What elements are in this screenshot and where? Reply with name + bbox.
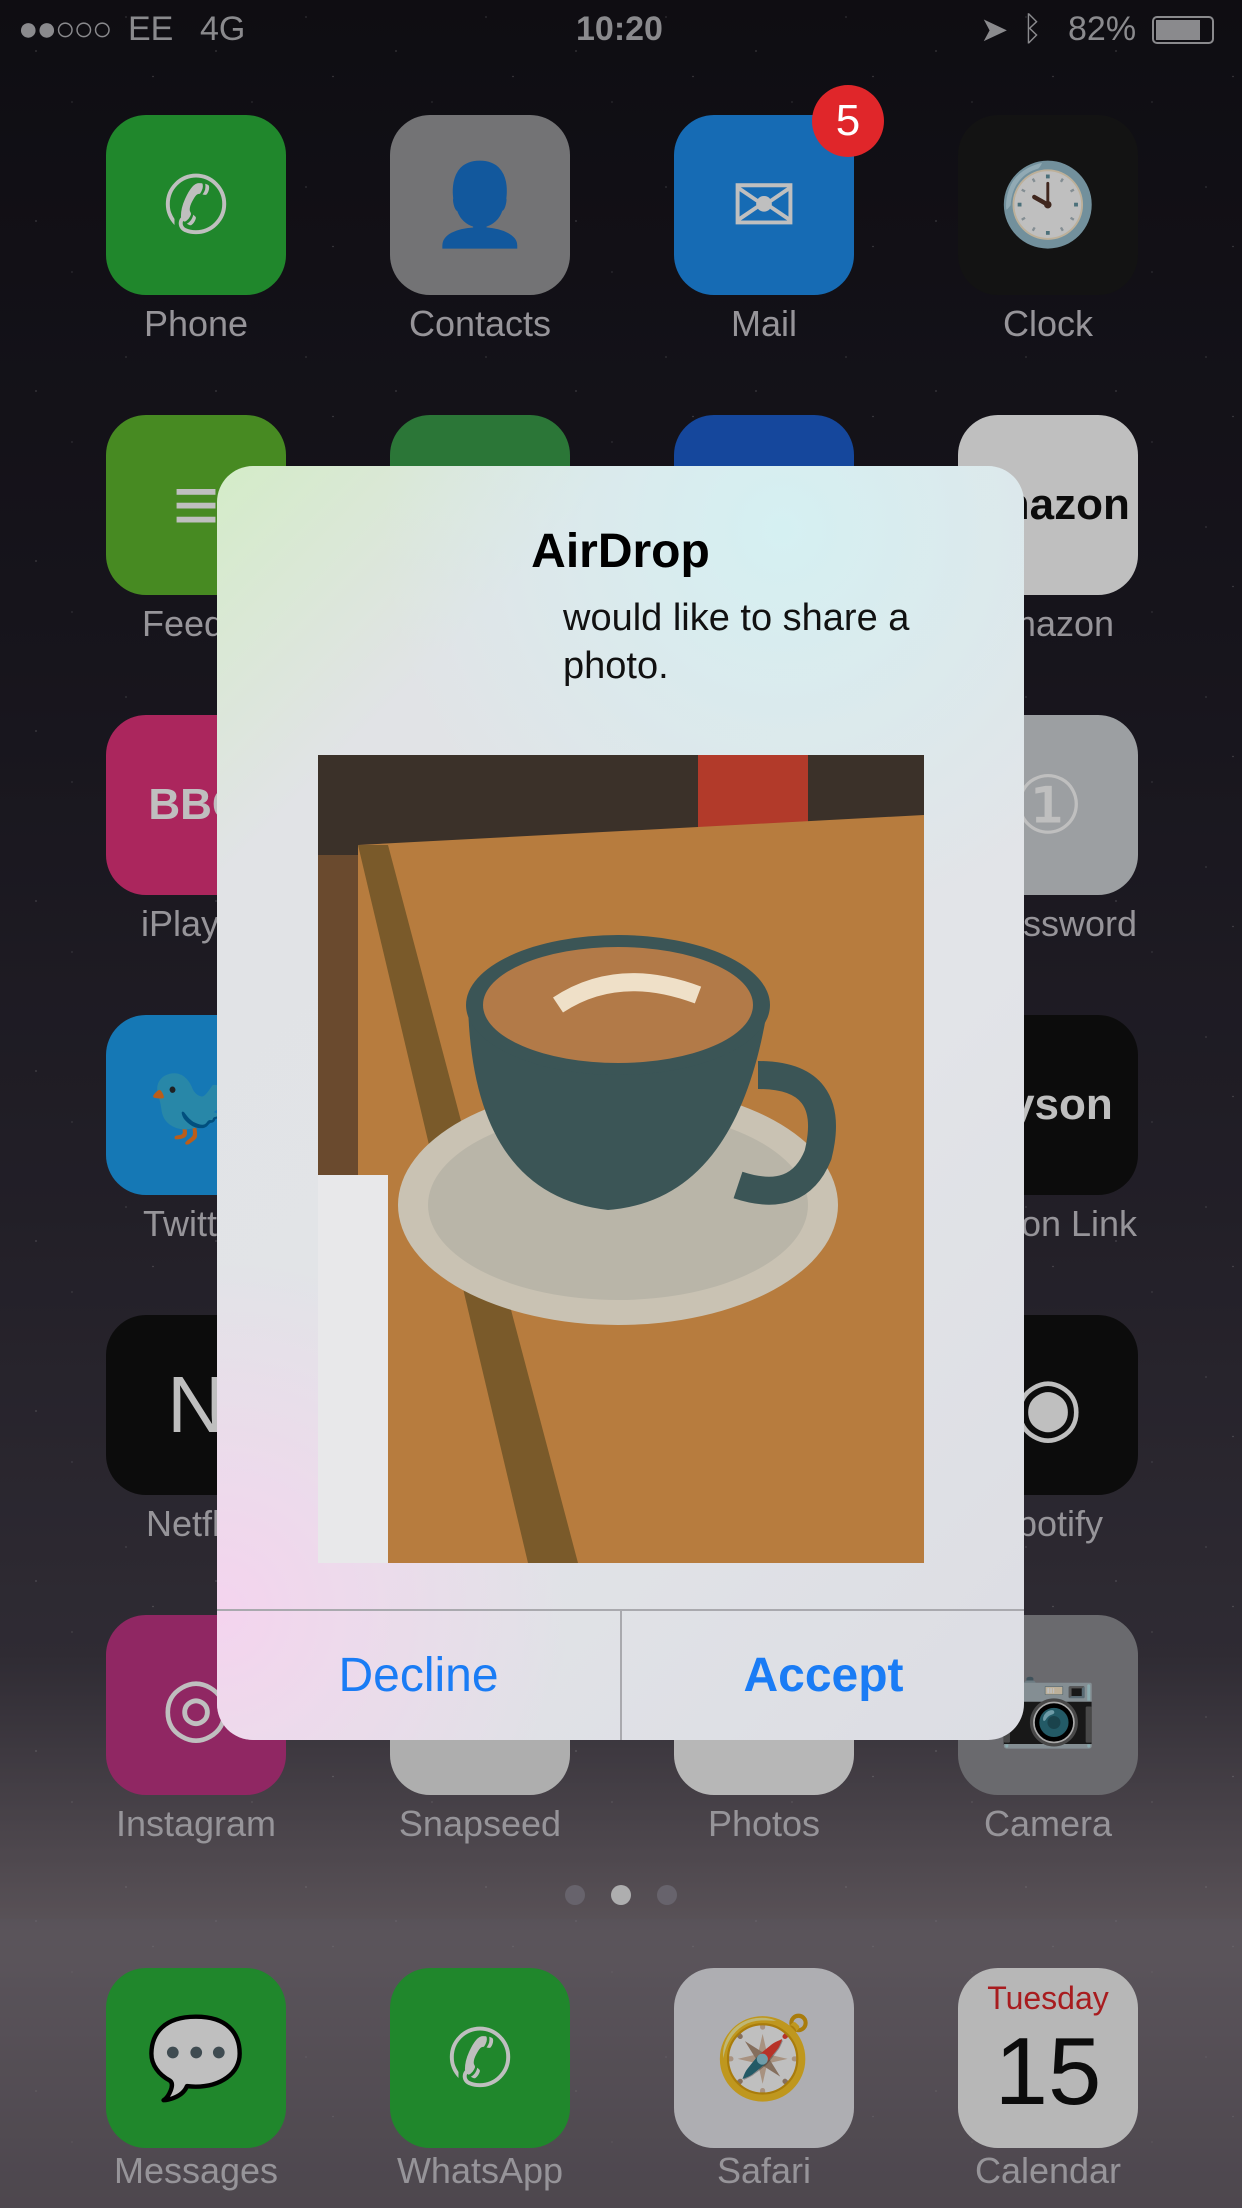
- decline-button[interactable]: Decline: [217, 1611, 620, 1740]
- alert-title: AirDrop: [531, 525, 710, 578]
- notification-badge: 5: [812, 85, 884, 157]
- accept-button[interactable]: Accept: [622, 1611, 1024, 1740]
- shared-photo-preview: [318, 755, 924, 1563]
- alert-message: would like to share a photo.: [563, 597, 910, 687]
- airdrop-alert: AirDrop would like to share a photo. Dec…: [217, 466, 1024, 1740]
